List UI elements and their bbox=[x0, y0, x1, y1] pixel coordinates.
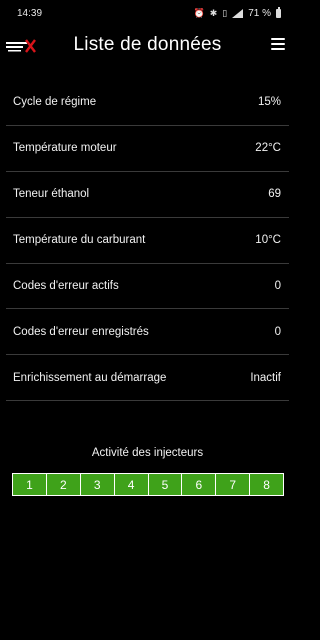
row-label: Température du carburant bbox=[13, 234, 146, 247]
status-time: 14:39 bbox=[17, 7, 43, 19]
data-row-cycle-regime: Cycle de régime 15% bbox=[6, 80, 289, 126]
injector-cell: 8 bbox=[250, 474, 283, 495]
battery-level: 71 % bbox=[248, 7, 271, 19]
data-row-codes-enregistres: Codes d'erreur enregistrés 0 bbox=[6, 309, 289, 356]
injector-cell: 5 bbox=[148, 474, 183, 495]
alarm-icon: ⏰ bbox=[193, 7, 205, 18]
status-bar: 14:39 ⏰ ✱ ▯ 71 % bbox=[0, 0, 295, 26]
row-value: 15% bbox=[257, 96, 281, 109]
injector-cell: 3 bbox=[80, 474, 115, 495]
data-row-temperature-carburant: Température du carburant 10°C bbox=[6, 218, 289, 264]
injector-activity-bar: 1 2 3 4 5 6 7 8 bbox=[12, 473, 284, 496]
injector-cell: 1 bbox=[13, 474, 47, 495]
data-row-codes-actifs: Codes d'erreur actifs 0 bbox=[6, 264, 289, 310]
data-row-temperature-moteur: Température moteur 22°C bbox=[6, 126, 289, 172]
row-value: 0 bbox=[274, 280, 281, 292]
row-value: 10°C bbox=[255, 234, 281, 247]
data-row-teneur-ethanol: Teneur éthanol 69 bbox=[6, 172, 289, 218]
row-label: Teneur éthanol bbox=[13, 188, 90, 201]
app-bar: Liste de données bbox=[0, 28, 295, 66]
row-label: Codes d'erreur actifs bbox=[13, 280, 119, 292]
vibrate-icon: ▯ bbox=[222, 7, 228, 18]
bluetooth-icon: ✱ bbox=[209, 7, 218, 18]
hamburger-menu-icon[interactable] bbox=[271, 38, 285, 50]
injector-cell: 7 bbox=[216, 474, 251, 495]
battery-icon bbox=[276, 7, 281, 18]
injector-cell: 6 bbox=[182, 474, 217, 495]
row-value: Inactif bbox=[250, 371, 281, 384]
row-label: Température moteur bbox=[13, 142, 117, 155]
row-value: 22°C bbox=[255, 142, 281, 155]
row-value: 0 bbox=[274, 325, 281, 338]
injector-activity-title: Activité des injecteurs bbox=[91, 447, 204, 459]
row-label: Cycle de régime bbox=[13, 96, 97, 109]
data-row-enrichissement: Enrichissement au démarrage Inactif bbox=[6, 355, 289, 402]
injector-cell: 2 bbox=[46, 474, 81, 495]
status-icons: ⏰ ✱ ▯ 71 % bbox=[193, 7, 281, 19]
signal-icon bbox=[232, 8, 244, 18]
page-title: Liste de données bbox=[73, 34, 222, 55]
data-list: Cycle de régime 15% Température moteur 2… bbox=[6, 80, 289, 402]
row-value: 69 bbox=[268, 188, 281, 201]
row-label: Enrichissement au démarrage bbox=[13, 371, 167, 384]
row-label: Codes d'erreur enregistrés bbox=[13, 325, 149, 338]
injector-cell: 4 bbox=[114, 474, 149, 495]
